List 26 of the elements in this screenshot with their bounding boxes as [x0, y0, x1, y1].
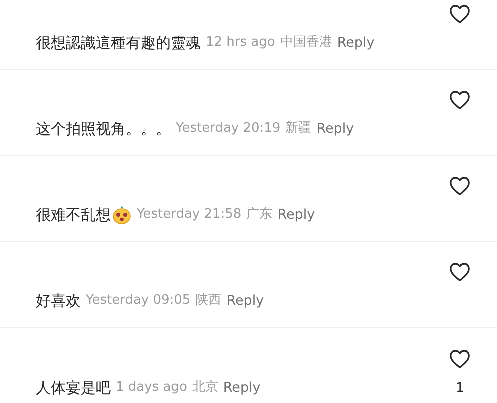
like-icon[interactable] — [449, 90, 471, 110]
like-icon[interactable] — [449, 4, 471, 24]
comment-location: 陕西 — [196, 292, 222, 310]
like-icon[interactable] — [449, 262, 471, 282]
reply-link[interactable]: Reply — [226, 291, 264, 311]
reply-link[interactable]: Reply — [316, 119, 354, 139]
reply-link[interactable]: Reply — [337, 33, 375, 53]
reply-link[interactable]: Reply — [223, 378, 261, 398]
comment-time: 1 days ago — [116, 379, 188, 397]
comment-text: 这个拍照视角。。。 — [36, 119, 171, 139]
comment-time: Yesterday 09:05 — [86, 292, 191, 310]
comment-text: 人体宴是吧 — [36, 378, 111, 398]
comment-time: 12 hrs ago — [206, 34, 276, 52]
comment-location: 新疆 — [286, 120, 312, 138]
comment-location: 广东 — [246, 206, 273, 224]
comment-location: 北京 — [192, 379, 218, 397]
like-icon[interactable] — [449, 349, 471, 369]
like-icon[interactable] — [449, 176, 471, 196]
comment-location: 中国香港 — [280, 34, 332, 52]
comment-text: 好喜欢 — [36, 291, 81, 311]
comment-time: Yesterday 21:58 — [137, 206, 242, 224]
comment-text: 很想認識這種有趣的靈魂 — [36, 33, 201, 53]
comment-time: Yesterday 20:19 — [176, 120, 281, 138]
reply-link[interactable]: Reply — [278, 205, 316, 225]
like-count: 1 — [456, 380, 466, 396]
comment-text: 很难不乱想 — [36, 205, 111, 225]
